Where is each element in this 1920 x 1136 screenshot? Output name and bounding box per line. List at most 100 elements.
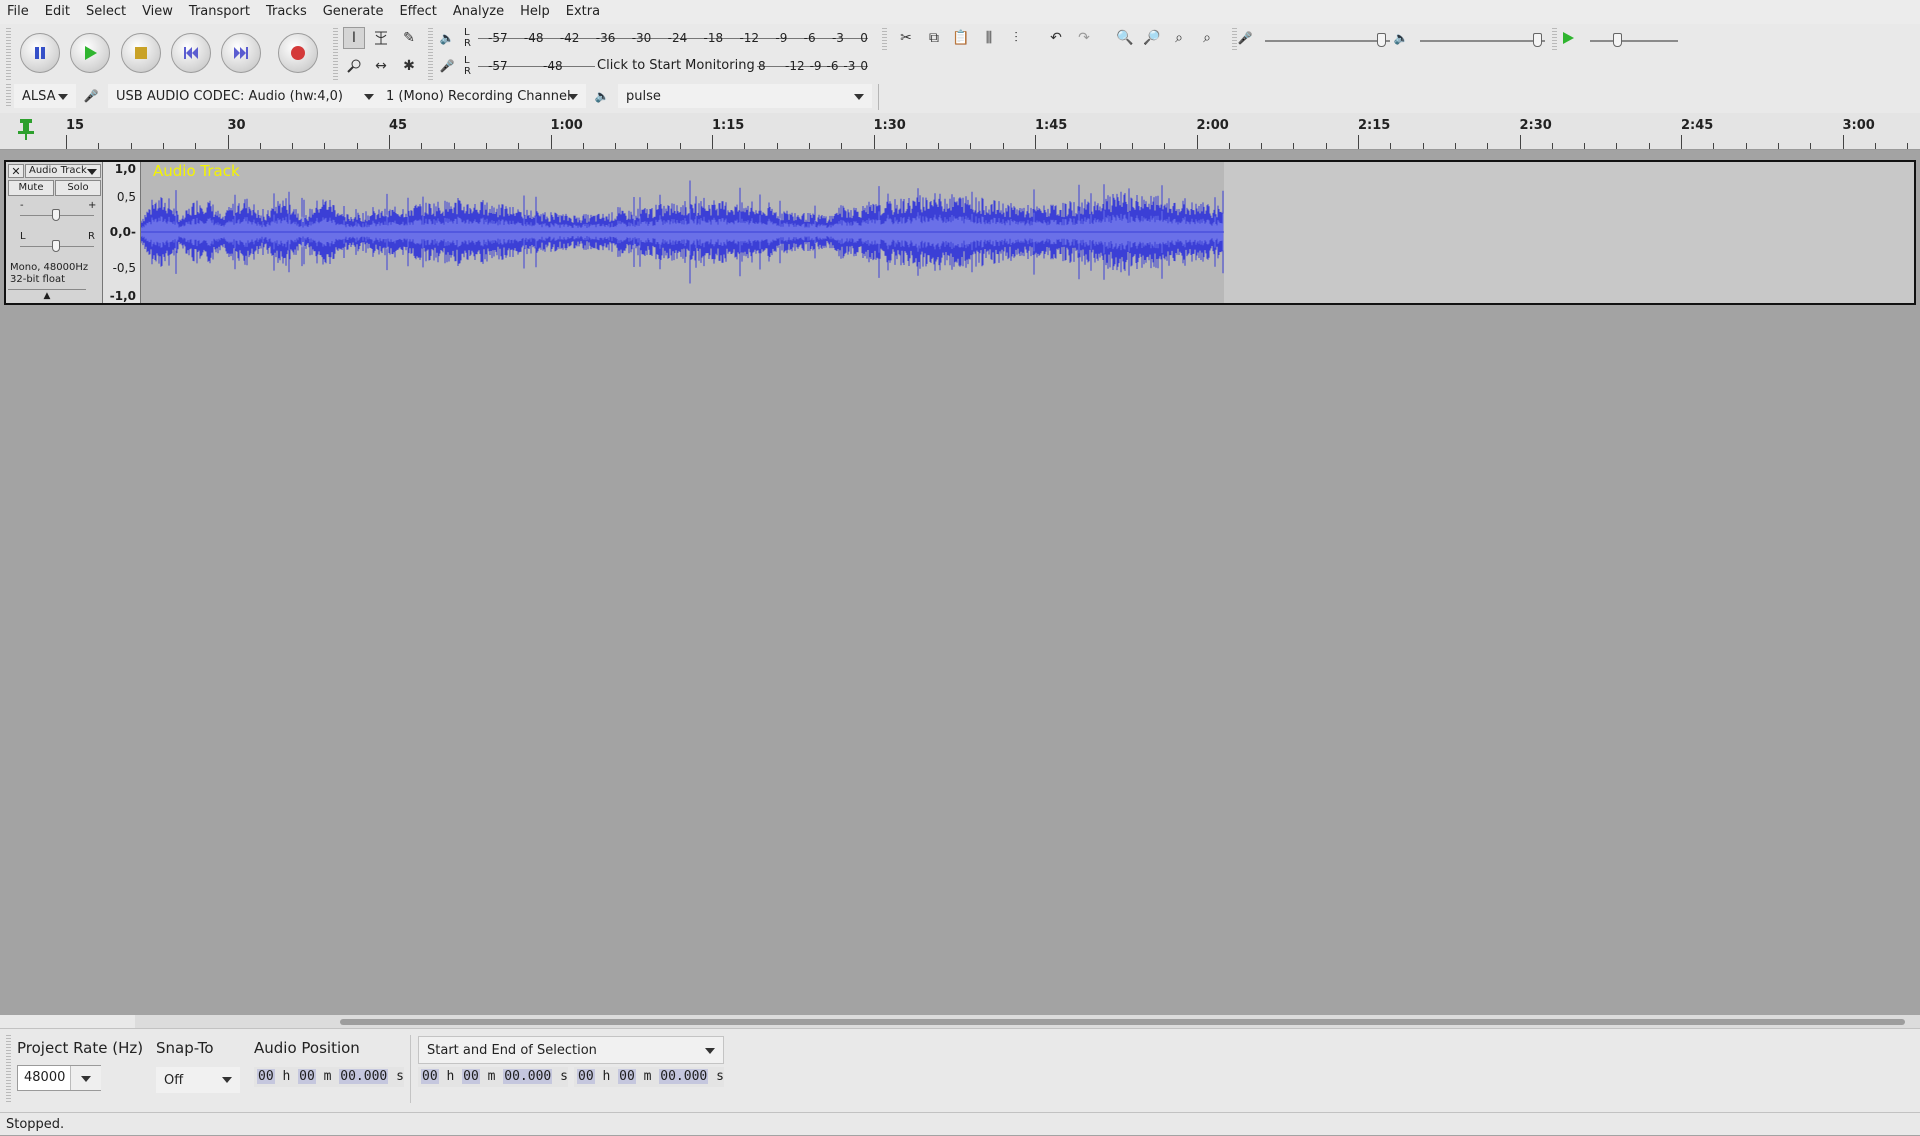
playback-volume-slider[interactable] [1533,33,1542,47]
playback-meter[interactable]: LR -57 -48 -42 -36 -30 -24 -18 -12 -9 -6… [460,27,875,51]
skip-start-icon [184,47,198,59]
playback-device-select[interactable]: pulse [618,84,872,108]
time-unit: m [323,1069,332,1084]
zoom-in-button[interactable]: 🔍 [1114,27,1136,49]
draw-tool[interactable]: ✎ [398,27,420,49]
selection-tool[interactable]: I [343,27,365,49]
track-menu-button[interactable]: Audio Track [25,164,101,178]
audio-track[interactable]: ✕ Audio Track Mute Solo - + L R Mono, 48… [4,160,1916,305]
selection-toolbar-grip[interactable] [6,1035,11,1103]
undo-button[interactable]: ↶ [1045,27,1067,49]
horizontal-scrollbar[interactable] [0,1015,1920,1028]
gain-slider[interactable] [52,209,60,221]
zoom-tool[interactable] [343,55,365,77]
vertical-scale[interactable]: 1,0 0,5 0,0- -0,5 -1,0 [103,162,141,303]
skip-to-end-button[interactable] [221,33,261,73]
ruler-tick [1261,143,1263,149]
time-hours: 00 [577,1069,595,1084]
scrollbar-thumb[interactable] [340,1019,1905,1025]
mute-button[interactable]: Mute [8,180,54,196]
stop-button[interactable] [121,33,161,73]
skip-to-start-button[interactable] [171,33,211,73]
record-meter[interactable]: LR -57 -48 Click to Start Monitoring 8 -… [460,55,875,79]
ruler-tick [1454,143,1456,149]
record-button[interactable] [278,33,318,73]
audio-position-field[interactable]: 00 h 00 m 00.000 s [254,1067,404,1087]
pan-right-label: R [88,231,95,242]
pencil-icon: ✎ [403,30,415,46]
ruler-label: 2:15 [1358,118,1391,133]
ruler-tick [292,143,294,149]
recording-channels-select[interactable]: 1 (Mono) Recording Channel [378,84,586,108]
play-speed-slider[interactable] [1613,33,1622,47]
menu-file[interactable]: File [0,0,37,24]
fit-project-button[interactable]: ⌕ [1196,27,1218,49]
menu-effect[interactable]: Effect [391,0,444,24]
close-track-button[interactable]: ✕ [8,164,24,178]
menu-edit[interactable]: Edit [37,0,78,24]
edit-toolbar-grip[interactable] [882,28,887,52]
start-monitoring-prompt[interactable]: Click to Start Monitoring [595,58,757,73]
menu-view[interactable]: View [134,0,181,24]
ruler-tick [744,143,746,149]
record-volume-slider[interactable] [1377,33,1386,47]
recording-device-value: USB AUDIO CODEC: Audio (hw:4,0) [116,88,343,104]
playback-meter-button[interactable]: 🔈 [436,27,458,49]
play-at-speed-button[interactable] [1557,27,1579,49]
recording-device-select[interactable]: USB AUDIO CODEC: Audio (hw:4,0) [108,84,382,108]
selection-mode-select[interactable]: Start and End of Selection [418,1036,724,1064]
project-rate-dropdown-button[interactable] [70,1066,101,1090]
envelope-tool[interactable] [370,27,392,49]
tools-toolbar-grip[interactable] [333,28,338,80]
device-toolbar-grip[interactable] [6,84,11,108]
paste-button[interactable]: 📋 [950,27,972,49]
chevron-down-icon [58,94,68,100]
pause-icon [35,47,45,59]
time-shift-tool[interactable]: ↔ [370,55,392,77]
collapse-track-button[interactable]: ▲ [8,289,86,302]
audio-host-select[interactable]: ALSA [14,84,76,108]
copy-button[interactable]: ⧉ [923,27,945,49]
fit-selection-button[interactable]: ⌕ [1168,27,1190,49]
menu-tracks[interactable]: Tracks [258,0,315,24]
menu-help[interactable]: Help [512,0,558,24]
transport-toolbar-grip[interactable] [6,28,11,80]
solo-button[interactable]: Solo [55,180,101,196]
waveform-area[interactable]: Audio Track [141,162,1914,303]
pan-slider[interactable] [52,240,60,252]
recording-channels-value: 1 (Mono) Recording Channel [386,88,571,104]
ruler-tick [1422,143,1424,149]
ruler-label: 1:30 [873,118,906,133]
trim-button[interactable]: ⫼ [978,27,1000,49]
zoom-out-button[interactable]: 🔎 [1141,27,1163,49]
timeline-ruler[interactable]: 15 30 45 1:00 1:15 1:30 1:45 2:00 2:15 2… [0,113,1920,150]
project-rate-combo[interactable]: 48000 [17,1065,101,1091]
redo-button[interactable]: ↷ [1073,27,1095,49]
zoom-out-icon: 🔎 [1143,30,1161,46]
meter-toolbar-grip[interactable] [428,28,433,80]
menu-transport[interactable]: Transport [181,0,258,24]
record-meter-button[interactable]: 🎤 [436,55,458,77]
menu-generate[interactable]: Generate [315,0,392,24]
menu-analyze[interactable]: Analyze [445,0,512,24]
ruler-tick [1325,143,1327,149]
selection-end-field[interactable]: 00 h 00 m 00.000 s [574,1067,724,1087]
menu-extra[interactable]: Extra [558,0,608,24]
multi-tool[interactable]: ✱ [398,55,420,77]
snap-to-select[interactable]: Off [156,1067,240,1093]
selection-start-field[interactable]: 00 h 00 m 00.000 s [418,1067,568,1087]
cut-button[interactable]: ✂ [895,27,917,49]
audio-host-value: ALSA [22,88,56,104]
menu-select[interactable]: Select [78,0,134,24]
waveform [141,180,1224,284]
ruler-label: 1:45 [1035,118,1068,133]
pause-button[interactable] [20,33,60,73]
ruler-tick [389,135,390,149]
record-volume-rail [1265,40,1390,42]
silence-button[interactable]: ⫶ [1005,27,1027,49]
play-button[interactable] [70,33,110,73]
pin-icon[interactable] [16,117,36,145]
track-control-panel[interactable]: ✕ Audio Track Mute Solo - + L R Mono, 48… [6,162,103,303]
meter-tick: -48 [523,31,544,45]
meter-tick: -3 [843,59,856,73]
